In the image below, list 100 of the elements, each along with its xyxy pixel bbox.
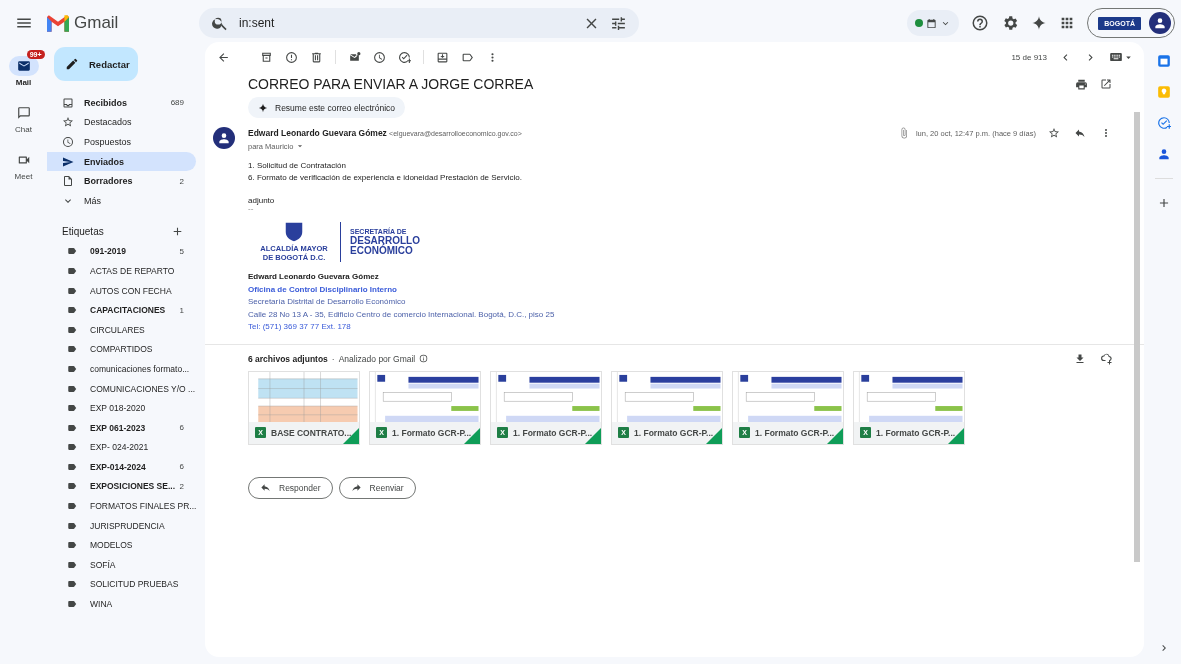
label-item[interactable]: ACTAS DE REPARTO bbox=[47, 261, 196, 281]
filter-icon[interactable] bbox=[610, 14, 627, 32]
label-icon bbox=[67, 305, 77, 316]
search-field[interactable]: in:sent bbox=[199, 8, 639, 38]
email-subject: CORREO PARA ENVIAR A JORGE CORREA bbox=[248, 76, 535, 92]
task-add-icon[interactable] bbox=[398, 50, 411, 64]
download-icon[interactable] bbox=[1074, 352, 1086, 365]
action-button[interactable]: Reenviar bbox=[338, 476, 416, 499]
message-counter: 15 de 913 bbox=[1011, 52, 1047, 62]
label-item[interactable]: JURISPRUDENCIA bbox=[47, 515, 196, 536]
label-name: JURISPRUDENCIA bbox=[90, 520, 166, 531]
label-count: 2 bbox=[179, 482, 184, 491]
folder-label: Destacados bbox=[84, 117, 133, 128]
info-icon[interactable] bbox=[419, 354, 429, 363]
label-icon bbox=[67, 559, 77, 570]
compose-button[interactable]: Redactar bbox=[54, 47, 138, 81]
star-icon[interactable] bbox=[1048, 127, 1060, 139]
label-name: WINA bbox=[90, 599, 114, 610]
label-item[interactable]: EXP-014-2024 6 bbox=[47, 457, 196, 477]
reply-icon bbox=[260, 482, 271, 493]
folder-label: Borradores bbox=[84, 176, 134, 187]
summarize-button[interactable]: Resume este correo electrónico bbox=[248, 97, 405, 118]
signature-name: Edward Leonardo Guevara Gómez bbox=[248, 272, 379, 281]
mail-icon bbox=[16, 59, 31, 73]
label-icon bbox=[67, 344, 77, 355]
clock-icon[interactable] bbox=[373, 50, 386, 64]
document-icon bbox=[62, 175, 74, 188]
label-name: EXPOSICIONES SE... bbox=[90, 481, 177, 492]
attachment-name: 1. Formato GCR-P... bbox=[876, 427, 956, 438]
label-item[interactable]: SOFÍA bbox=[47, 555, 196, 575]
label-name: SOFÍA bbox=[90, 559, 117, 570]
label-item[interactable]: MODELOS bbox=[47, 535, 196, 556]
label-count: 5 bbox=[179, 246, 184, 256]
folder-item[interactable]: Más bbox=[47, 190, 196, 211]
label-item[interactable]: CIRCULARES bbox=[47, 319, 196, 340]
label-item[interactable]: comunicaciones formato... bbox=[47, 359, 196, 379]
folder-item[interactable]: Recibidos 689 bbox=[47, 93, 196, 113]
archive-icon[interactable] bbox=[260, 50, 273, 64]
label-icon bbox=[67, 481, 77, 492]
label-item[interactable]: EXPOSICIONES SE... 2 bbox=[47, 476, 196, 497]
rail-tab[interactable]: Meet bbox=[2, 144, 45, 181]
signature-separator: -- bbox=[248, 205, 254, 213]
folder-label: Enviados bbox=[84, 156, 125, 167]
folder-item[interactable]: Borradores 2 bbox=[47, 171, 196, 191]
help-icon[interactable] bbox=[971, 14, 990, 32]
scrollbar[interactable] bbox=[1134, 112, 1140, 562]
label-item[interactable]: EXP 061-2023 6 bbox=[47, 417, 196, 438]
label-name: MODELOS bbox=[90, 540, 134, 551]
label-item[interactable]: COMPARTIDOS bbox=[47, 339, 196, 360]
signature-line: Secretaría Distrital de Desarrollo Económico bbox=[248, 297, 406, 306]
label-item[interactable]: FORMATOS FINALES PR... bbox=[47, 496, 196, 516]
phone-link[interactable]: Tel: (571) 369 37 77 Ext. 178 bbox=[248, 322, 351, 331]
sender-name: Edward Leonardo Guevara Gómez bbox=[248, 128, 387, 138]
send-icon bbox=[62, 155, 74, 168]
folder-item[interactable]: Enviados bbox=[47, 151, 196, 172]
attachment-name: 1. Formato GCR-P... bbox=[392, 427, 472, 438]
unread-envelope-icon[interactable] bbox=[348, 50, 361, 64]
label-item[interactable]: COMUNICACIONES Y/O ... bbox=[47, 378, 196, 399]
back-icon[interactable] bbox=[217, 50, 230, 64]
status-button[interactable] bbox=[907, 10, 960, 36]
star-icon bbox=[62, 116, 74, 129]
label-count: 6 bbox=[179, 423, 184, 433]
move-to-icon[interactable] bbox=[436, 50, 449, 64]
label-icon bbox=[67, 324, 77, 335]
rail-tab[interactable]: Chat bbox=[2, 97, 45, 134]
folder-item[interactable]: Destacados bbox=[47, 112, 196, 133]
label-name: comunicaciones formato... bbox=[90, 363, 190, 374]
label-name: EXP 018-2020 bbox=[90, 403, 147, 414]
label-name: COMUNICACIONES Y/O ... bbox=[90, 383, 196, 394]
folder-item[interactable]: Pospuestos bbox=[47, 132, 196, 152]
search-input[interactable]: in:sent bbox=[239, 16, 573, 30]
label-item[interactable]: 091-2019 5 bbox=[47, 241, 196, 262]
calendar-icon bbox=[926, 17, 938, 29]
label-count: 6 bbox=[179, 462, 184, 472]
trash-icon[interactable] bbox=[310, 50, 323, 64]
reply-icon[interactable] bbox=[1074, 127, 1086, 139]
label-item[interactable]: WINA bbox=[47, 594, 196, 614]
print-icon[interactable] bbox=[1075, 77, 1088, 91]
add-to-drive-icon[interactable] bbox=[1100, 352, 1112, 365]
label-name: EXP-014-2024 bbox=[90, 461, 147, 472]
attachment-name: 1. Formato GCR-P... bbox=[755, 427, 835, 438]
keyboard-icon bbox=[1109, 50, 1123, 64]
coat-of-arms-icon bbox=[283, 221, 305, 243]
label-icon bbox=[67, 246, 77, 257]
signature-line: Calle 28 No 13 A - 35, Edificio Centro de comercio Internacional. Bogotá, D.C., piso 25 bbox=[248, 309, 555, 319]
label-item[interactable]: CAPACITACIONES 1 bbox=[47, 300, 196, 320]
folder-label: Pospuestos bbox=[84, 137, 133, 147]
action-button[interactable]: Responder bbox=[248, 476, 333, 499]
label-icon bbox=[67, 599, 77, 610]
label-item[interactable]: SOLICITUD PRUEBAS bbox=[47, 574, 196, 595]
report-icon[interactable] bbox=[285, 50, 298, 64]
label-item[interactable]: EXP- 024-2021 bbox=[47, 437, 196, 458]
folder-count: 689 bbox=[170, 98, 184, 108]
label-icon bbox=[67, 285, 77, 296]
person-icon[interactable] bbox=[1157, 147, 1171, 161]
attachment-name: BASE CONTRATO... bbox=[271, 427, 352, 438]
label-item[interactable]: AUTOS CON FECHA bbox=[47, 280, 196, 301]
calendar-icon[interactable] bbox=[1157, 54, 1171, 68]
open-in-new-window-icon[interactable] bbox=[1100, 77, 1112, 90]
label-item[interactable]: EXP 018-2020 bbox=[47, 398, 196, 418]
